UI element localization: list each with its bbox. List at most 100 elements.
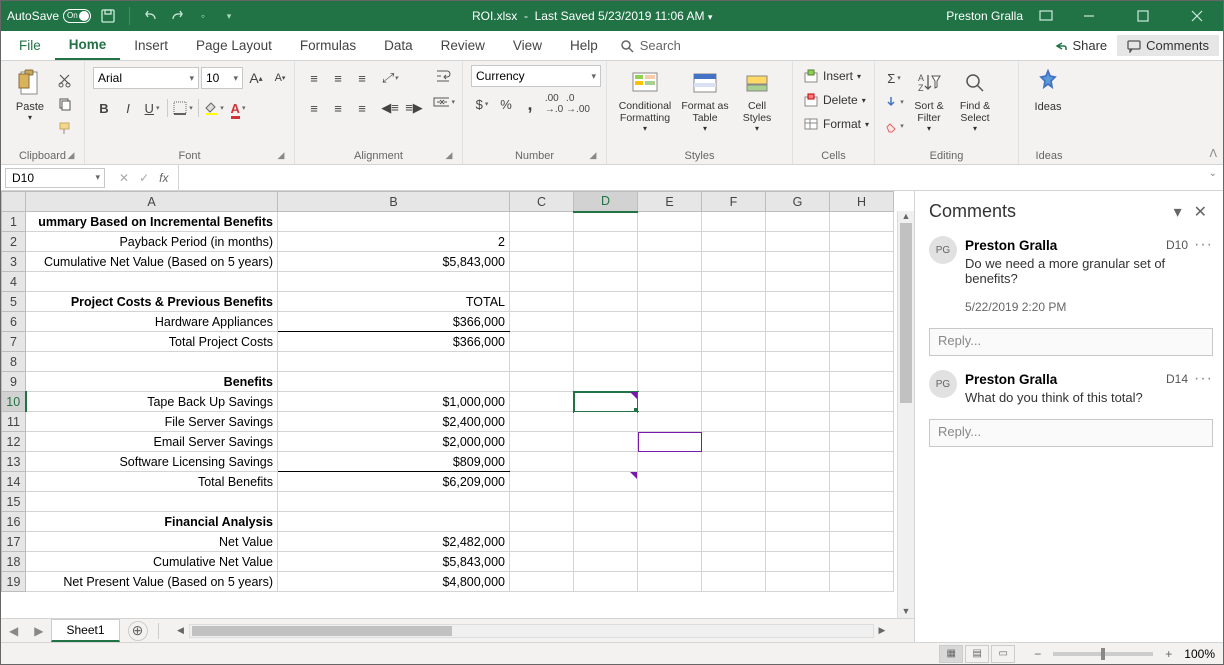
cell[interactable]: Payback Period (in months) bbox=[26, 232, 278, 252]
cell[interactable] bbox=[830, 372, 894, 392]
comment-cell-ref[interactable]: D14 bbox=[1166, 372, 1188, 386]
cell[interactable] bbox=[574, 252, 638, 272]
cell[interactable]: Software Licensing Savings bbox=[26, 452, 278, 472]
cell[interactable] bbox=[574, 512, 638, 532]
cell[interactable] bbox=[830, 252, 894, 272]
cancel-formula-icon[interactable]: ✕ bbox=[115, 171, 133, 185]
tab-formulas[interactable]: Formulas bbox=[286, 31, 370, 60]
fill-color-icon[interactable] bbox=[203, 97, 225, 119]
cell[interactable] bbox=[830, 352, 894, 372]
cell[interactable] bbox=[510, 232, 574, 252]
cell[interactable] bbox=[574, 452, 638, 472]
cell[interactable] bbox=[766, 212, 830, 232]
cell[interactable] bbox=[638, 232, 702, 252]
cell[interactable] bbox=[638, 372, 702, 392]
decrease-decimal-icon[interactable]: .0→.00 bbox=[567, 93, 589, 115]
column-header[interactable]: F bbox=[702, 192, 766, 212]
increase-decimal-icon[interactable]: .00→.0 bbox=[543, 93, 565, 115]
cell[interactable] bbox=[638, 492, 702, 512]
cell-styles-button[interactable]: Cell Styles▾ bbox=[735, 65, 779, 133]
paste-button[interactable]: Paste▾ bbox=[9, 65, 51, 122]
cell[interactable] bbox=[510, 392, 574, 412]
cell[interactable]: $809,000 bbox=[278, 452, 510, 472]
autosave-toggle[interactable]: AutoSave On bbox=[7, 9, 91, 23]
comment-cell-ref[interactable]: D10 bbox=[1166, 238, 1188, 252]
cell[interactable] bbox=[510, 452, 574, 472]
cell[interactable] bbox=[638, 332, 702, 352]
scroll-down-icon[interactable]: ▼ bbox=[898, 606, 914, 618]
undo-icon[interactable] bbox=[142, 7, 160, 25]
column-header[interactable]: E bbox=[638, 192, 702, 212]
formula-input[interactable]: ⌄ bbox=[179, 168, 1223, 188]
clear-icon[interactable] bbox=[883, 115, 905, 137]
cell[interactable] bbox=[638, 252, 702, 272]
cell[interactable] bbox=[702, 452, 766, 472]
cell[interactable] bbox=[766, 432, 830, 452]
format-painter-icon[interactable] bbox=[53, 117, 75, 139]
cell[interactable] bbox=[510, 212, 574, 232]
cell[interactable]: $6,209,000 bbox=[278, 472, 510, 492]
fill-icon[interactable] bbox=[883, 91, 905, 113]
cell[interactable] bbox=[830, 332, 894, 352]
page-break-view-icon[interactable]: ▭ bbox=[991, 645, 1015, 663]
cell[interactable] bbox=[574, 572, 638, 592]
cell[interactable] bbox=[574, 532, 638, 552]
spreadsheet-grid[interactable]: ABCDEFGH1ummary Based on Incremental Ben… bbox=[1, 191, 914, 618]
cell[interactable] bbox=[574, 232, 638, 252]
comment-more-icon[interactable]: ··· bbox=[1194, 370, 1213, 388]
cell[interactable] bbox=[574, 492, 638, 512]
row-header[interactable]: 3 bbox=[2, 252, 26, 272]
cell[interactable] bbox=[830, 492, 894, 512]
align-top-icon[interactable]: ≡ bbox=[303, 67, 325, 89]
cell[interactable]: Total Project Costs bbox=[26, 332, 278, 352]
sheet-nav-prev-icon[interactable]: ◀ bbox=[1, 624, 26, 638]
column-header[interactable]: D bbox=[574, 192, 638, 212]
row-header[interactable]: 15 bbox=[2, 492, 26, 512]
user-name[interactable]: Preston Gralla bbox=[946, 9, 1023, 23]
row-header[interactable]: 5 bbox=[2, 292, 26, 312]
cell[interactable] bbox=[278, 352, 510, 372]
cell[interactable] bbox=[830, 472, 894, 492]
cell[interactable] bbox=[766, 272, 830, 292]
align-bottom-icon[interactable]: ≡ bbox=[351, 67, 373, 89]
comments-close-icon[interactable]: ✕ bbox=[1188, 202, 1213, 222]
comma-icon[interactable]: , bbox=[519, 93, 541, 115]
row-header[interactable]: 13 bbox=[2, 452, 26, 472]
cell[interactable]: 2 bbox=[278, 232, 510, 252]
cell[interactable] bbox=[638, 432, 702, 452]
cell[interactable] bbox=[638, 272, 702, 292]
comment-more-icon[interactable]: ··· bbox=[1194, 236, 1213, 254]
cell[interactable] bbox=[830, 412, 894, 432]
cell[interactable] bbox=[766, 492, 830, 512]
cell[interactable] bbox=[638, 412, 702, 432]
cell[interactable] bbox=[766, 372, 830, 392]
accounting-icon[interactable]: $ bbox=[471, 93, 493, 115]
cell[interactable] bbox=[510, 332, 574, 352]
merge-center-icon[interactable] bbox=[433, 91, 455, 113]
cell[interactable] bbox=[638, 552, 702, 572]
cell[interactable] bbox=[510, 252, 574, 272]
cell[interactable] bbox=[638, 292, 702, 312]
insert-cells-button[interactable]: Insert ▾ bbox=[801, 65, 863, 87]
cell[interactable] bbox=[638, 312, 702, 332]
cell[interactable] bbox=[638, 452, 702, 472]
cell[interactable] bbox=[830, 432, 894, 452]
save-icon[interactable] bbox=[99, 7, 117, 25]
row-header[interactable]: 9 bbox=[2, 372, 26, 392]
cell[interactable] bbox=[638, 532, 702, 552]
cell[interactable] bbox=[830, 532, 894, 552]
cell[interactable] bbox=[766, 532, 830, 552]
cell[interactable] bbox=[510, 312, 574, 332]
cell[interactable]: Financial Analysis bbox=[26, 512, 278, 532]
cell[interactable] bbox=[766, 232, 830, 252]
cell[interactable] bbox=[638, 572, 702, 592]
ideas-button[interactable]: Ideas bbox=[1027, 65, 1069, 113]
cell[interactable] bbox=[766, 572, 830, 592]
cell[interactable]: Email Server Savings bbox=[26, 432, 278, 452]
cell[interactable] bbox=[574, 292, 638, 312]
cell[interactable] bbox=[702, 252, 766, 272]
cell[interactable] bbox=[278, 372, 510, 392]
cell[interactable] bbox=[702, 532, 766, 552]
tab-help[interactable]: Help bbox=[556, 31, 612, 60]
row-header[interactable]: 17 bbox=[2, 532, 26, 552]
